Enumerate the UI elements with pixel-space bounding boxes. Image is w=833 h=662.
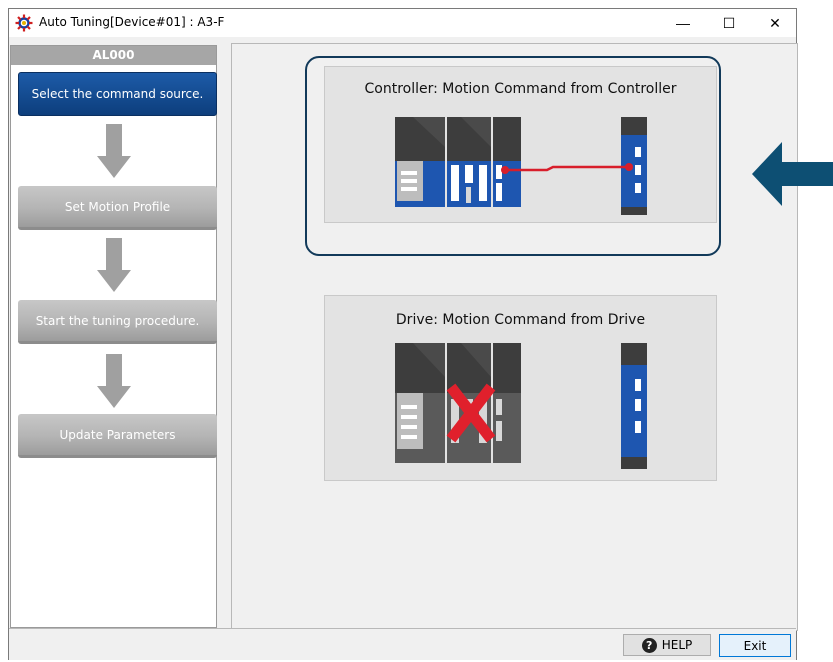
- help-icon: ?: [641, 637, 657, 653]
- step-select-command-source[interactable]: Select the command source.: [18, 72, 217, 116]
- alarm-code: AL000: [11, 46, 216, 65]
- close-button[interactable]: ✕: [752, 9, 798, 37]
- left-pointer-arrow-icon: [752, 142, 833, 206]
- minimize-button[interactable]: —: [660, 9, 706, 37]
- down-arrow-icon: [97, 354, 131, 408]
- help-button[interactable]: ? HELP: [623, 634, 711, 656]
- drive-only-illustration: [395, 343, 647, 469]
- step-label: Select the command source.: [31, 87, 204, 101]
- down-arrow-icon: [97, 124, 131, 178]
- app-gear-icon: [15, 14, 33, 32]
- step-label: Start the tuning procedure.: [35, 313, 200, 328]
- title-bar[interactable]: Auto Tuning[Device#01] : A3-F — ☐ ✕: [9, 9, 796, 37]
- step-label: Set Motion Profile: [64, 199, 171, 214]
- step-update-parameters[interactable]: Update Parameters: [18, 414, 217, 458]
- drive-option-card[interactable]: Drive: Motion Command from Drive: [324, 295, 717, 481]
- window-title: Auto Tuning[Device#01] : A3-F: [39, 15, 225, 29]
- maximize-button[interactable]: ☐: [706, 9, 752, 37]
- down-arrow-icon: [97, 238, 131, 292]
- step-set-motion-profile[interactable]: Set Motion Profile: [18, 186, 217, 230]
- drive-option-title: Drive: Motion Command from Drive: [395, 312, 646, 328]
- exit-label: Exit: [743, 638, 767, 653]
- step-start-tuning[interactable]: Start the tuning procedure.: [18, 300, 217, 344]
- exit-button[interactable]: Exit: [719, 634, 791, 657]
- selected-option-highlight: [305, 56, 721, 256]
- step-sidebar: AL000 Select the command source. Set Mot…: [10, 45, 217, 628]
- help-label: HELP: [661, 638, 693, 652]
- step-label: Update Parameters: [59, 427, 176, 442]
- bottom-bar: ? HELP Exit: [9, 628, 796, 660]
